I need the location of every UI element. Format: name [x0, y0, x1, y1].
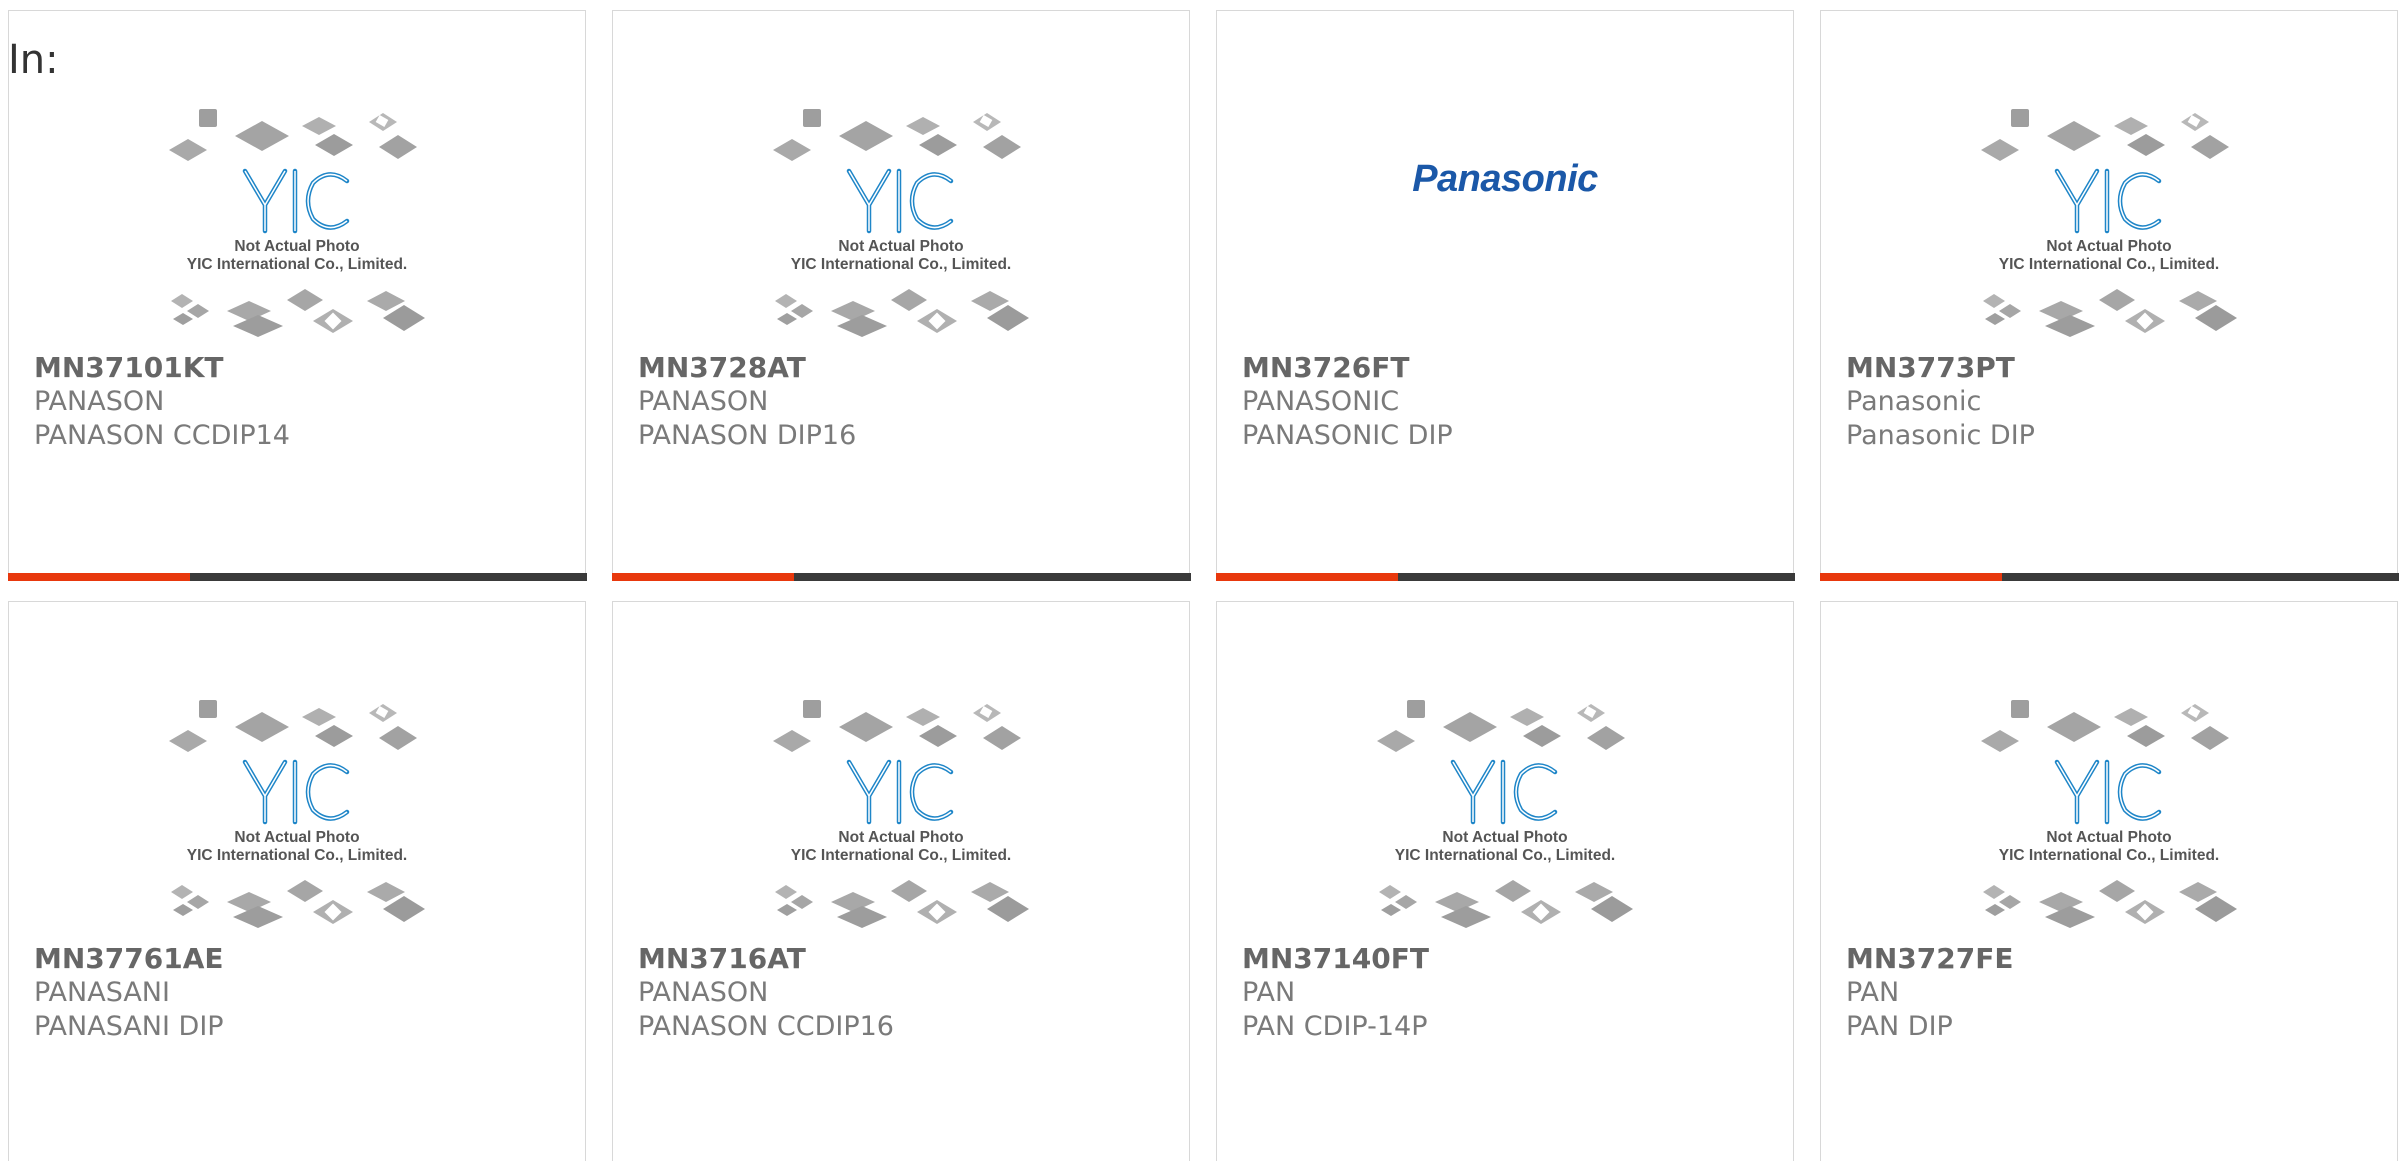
package-type: PAN DIP — [1846, 1011, 1953, 1042]
part-number[interactable]: MN37101KT — [34, 354, 224, 382]
product-grid: Not Actual Photo YIC International Co., L… — [7, 10, 2399, 1161]
package-type: PANASON CCDIP16 — [638, 1011, 894, 1042]
card-bottom-bar — [1215, 572, 1795, 581]
part-number[interactable]: MN3726FT — [1242, 354, 1409, 382]
manufacturer: PANASON — [638, 386, 769, 417]
not-actual-photo-placeholder: Not Actual PhotoYIC International Co., L… — [169, 700, 425, 928]
filter-label: In: — [8, 37, 59, 83]
package-type: PANASON CCDIP14 — [34, 420, 290, 451]
svg-text:YIC International Co., Limited: YIC International Co., Limited. — [1999, 847, 2219, 864]
package-type: PANASANI DIP — [34, 1011, 224, 1042]
product-image[interactable]: Not Actual Photo YIC International Co., L… — [1821, 101, 2397, 351]
product-card[interactable]: Not Actual Photo YIC International Co., L… — [1216, 601, 1794, 1161]
not-actual-photo-placeholder: Not Actual PhotoYIC International Co., L… — [1981, 700, 2237, 928]
manufacturer: PAN — [1242, 977, 1296, 1008]
product-card[interactable]: Panasonic MN3726FT PANASONIC PANASONIC D… — [1215, 10, 1795, 581]
svg-text:YIC International Co., Limited: YIC International Co., Limited. — [1999, 256, 2219, 273]
product-card[interactable]: Not Actual Photo YIC International Co., L… — [7, 10, 587, 581]
card-accent-bar — [1819, 572, 2002, 581]
svg-text:YIC International Co., Limited: YIC International Co., Limited. — [187, 256, 407, 273]
manufacturer: PANASONIC — [1242, 386, 1400, 417]
manufacturer: Panasonic — [1846, 386, 1982, 417]
part-number[interactable]: MN3773PT — [1846, 354, 2015, 382]
card-accent-bar — [7, 572, 190, 581]
card-accent-bar — [1215, 572, 1398, 581]
product-image[interactable]: Not Actual Photo YIC International Co., L… — [1217, 692, 1793, 942]
not-actual-photo-placeholder: Not Actual PhotoYIC International Co., L… — [773, 109, 1029, 337]
svg-text:Not Actual Photo: Not Actual Photo — [2046, 829, 2171, 846]
not-actual-photo-placeholder: Not Actual PhotoYIC International Co., L… — [773, 700, 1029, 928]
product-image[interactable]: Not Actual Photo YIC International Co., L… — [9, 692, 585, 942]
product-card[interactable]: Not Actual Photo YIC International Co., L… — [1820, 601, 2398, 1161]
manufacturer: PANASON — [638, 977, 769, 1008]
part-number[interactable]: MN37761AE — [34, 945, 224, 973]
card-bottom-bar — [611, 572, 1191, 581]
svg-text:Not Actual Photo: Not Actual Photo — [1442, 829, 1567, 846]
manufacturer: PAN — [1846, 977, 1900, 1008]
product-image[interactable]: Panasonic — [1217, 101, 1793, 351]
package-type: PAN CDIP-14P — [1242, 1011, 1428, 1042]
panasonic-logo: Panasonic — [1412, 158, 1598, 200]
package-type: PANASONIC DIP — [1242, 420, 1453, 451]
manufacturer: PANASANI — [34, 977, 170, 1008]
svg-text:Not Actual Photo: Not Actual Photo — [234, 238, 359, 255]
svg-text:YIC International Co., Limited: YIC International Co., Limited. — [791, 847, 1011, 864]
svg-text:YIC International Co., Limited: YIC International Co., Limited. — [1395, 847, 1615, 864]
product-listing-page: Not Actual Photo YIC International Co., L… — [0, 0, 2400, 1161]
package-type: Panasonic DIP — [1846, 420, 2035, 451]
svg-text:Not Actual Photo: Not Actual Photo — [838, 238, 963, 255]
product-image[interactable]: Not Actual Photo YIC International Co., L… — [613, 692, 1189, 942]
product-image[interactable]: Not Actual Photo YIC International Co., L… — [613, 101, 1189, 351]
part-number[interactable]: MN3727FE — [1846, 945, 2013, 973]
svg-text:YIC International Co., Limited: YIC International Co., Limited. — [791, 256, 1011, 273]
part-number[interactable]: MN3716AT — [638, 945, 806, 973]
card-bottom-bar — [7, 572, 587, 581]
card-bottom-bar — [1819, 572, 2399, 581]
svg-text:Not Actual Photo: Not Actual Photo — [838, 829, 963, 846]
product-card[interactable]: Not Actual Photo YIC International Co., L… — [612, 601, 1190, 1161]
part-number[interactable]: MN37140FT — [1242, 945, 1429, 973]
not-actual-photo-placeholder: Not Actual PhotoYIC International Co., L… — [1981, 109, 2237, 337]
product-card[interactable]: Not Actual Photo YIC International Co., L… — [611, 10, 1191, 581]
not-actual-photo-placeholder: Not Actual PhotoYIC International Co., L… — [169, 109, 425, 337]
not-actual-photo-placeholder: Not Actual PhotoYIC International Co., L… — [1377, 700, 1633, 928]
svg-text:Not Actual Photo: Not Actual Photo — [2046, 238, 2171, 255]
manufacturer: PANASON — [34, 386, 165, 417]
svg-text:YIC International Co., Limited: YIC International Co., Limited. — [187, 847, 407, 864]
product-card[interactable]: Not Actual Photo YIC International Co., L… — [8, 601, 586, 1161]
svg-text:Not Actual Photo: Not Actual Photo — [234, 829, 359, 846]
product-image[interactable]: Not Actual Photo YIC International Co., L… — [9, 101, 585, 351]
package-type: PANASON DIP16 — [638, 420, 857, 451]
part-number[interactable]: MN3728AT — [638, 354, 806, 382]
product-card[interactable]: Not Actual Photo YIC International Co., L… — [1819, 10, 2399, 581]
card-accent-bar — [611, 572, 794, 581]
product-image[interactable]: Not Actual Photo YIC International Co., L… — [1821, 692, 2397, 942]
